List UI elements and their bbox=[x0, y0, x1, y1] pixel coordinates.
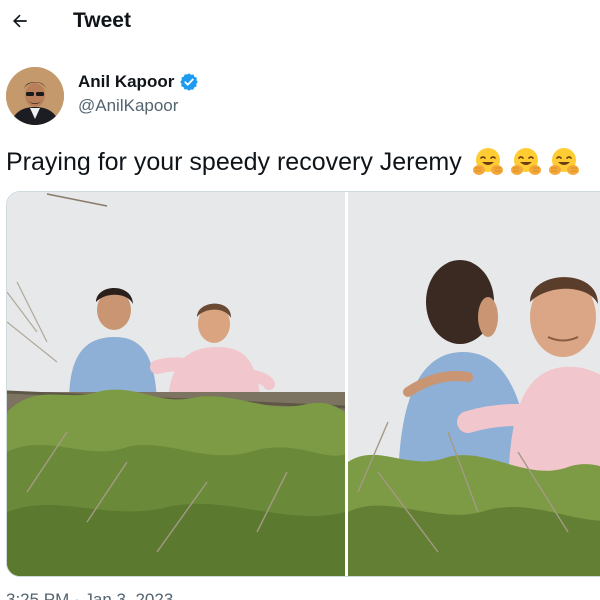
author-handle[interactable]: @AnilKapoor bbox=[78, 96, 178, 116]
hugging-face-emoji-icon bbox=[472, 148, 503, 175]
tweet-photo-2[interactable] bbox=[348, 192, 600, 576]
tweet-photo-1[interactable] bbox=[7, 192, 345, 576]
back-button[interactable] bbox=[8, 6, 32, 36]
tweet-text-content: Praying for your speedy recovery Jeremy bbox=[6, 147, 462, 176]
avatar[interactable] bbox=[6, 67, 64, 125]
tweet-timestamp[interactable]: 3:25 PM · Jan 3, 2023 bbox=[6, 590, 173, 600]
arrow-left-icon bbox=[13, 14, 27, 28]
page-title: Tweet bbox=[73, 9, 131, 32]
emoji-row bbox=[472, 146, 580, 178]
hugging-face-emoji-icon bbox=[548, 148, 579, 175]
author-name-text: Anil Kapoor bbox=[78, 72, 175, 91]
tweet-page: Tweet Anil Kapoor @AnilKapoor Praying fo… bbox=[0, 0, 600, 600]
author-name[interactable]: Anil Kapoor bbox=[78, 72, 199, 92]
tweet-text: Praying for your speedy recovery Jeremy bbox=[6, 146, 600, 178]
header-bar: Tweet bbox=[0, 0, 600, 44]
hugging-face-emoji-icon bbox=[510, 148, 541, 175]
verified-badge-icon bbox=[180, 73, 199, 91]
tweet-media bbox=[6, 191, 600, 577]
